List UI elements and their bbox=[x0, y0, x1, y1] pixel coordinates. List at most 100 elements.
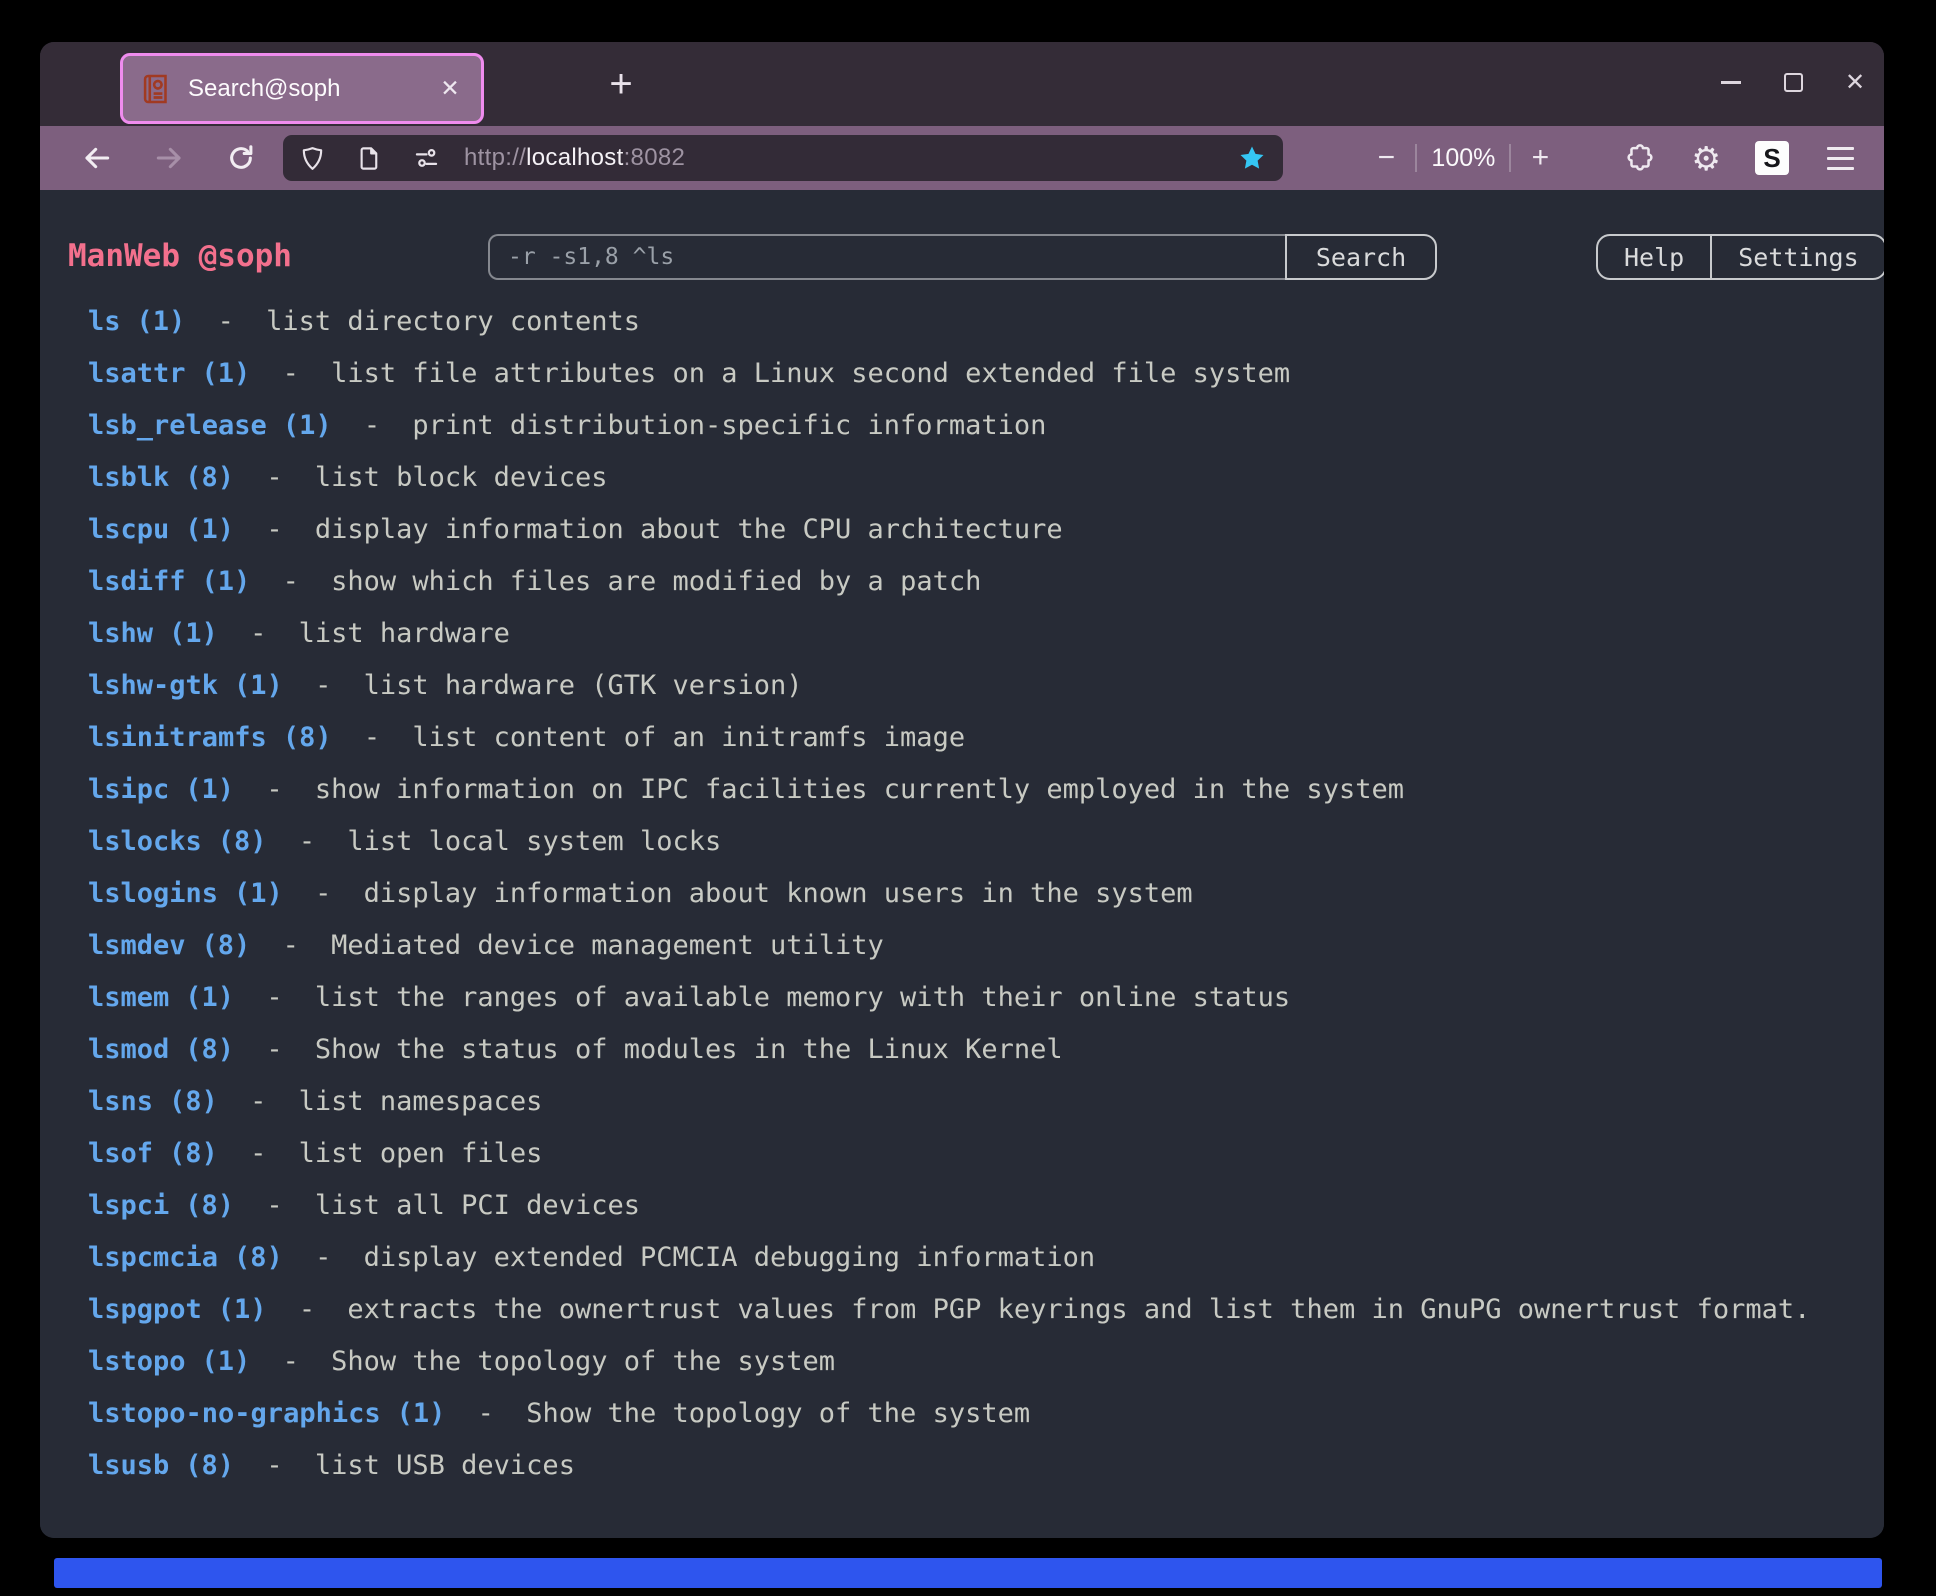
gear-icon[interactable]: ⚙ bbox=[1691, 142, 1721, 175]
result-description: display information about the CPU archit… bbox=[315, 514, 1063, 545]
close-button[interactable]: ✕ bbox=[1841, 68, 1869, 96]
result-row: lsmdev(8) - Mediated device management u… bbox=[88, 920, 1868, 972]
url-text[interactable]: http://localhost:8082 bbox=[464, 144, 685, 172]
result-row: lsattr(1) - list file attributes on a Li… bbox=[88, 348, 1868, 400]
separator-dash: - bbox=[283, 930, 299, 961]
result-description: list namespaces bbox=[299, 1086, 543, 1117]
new-tab-button[interactable]: + bbox=[596, 61, 646, 107]
result-row: lsof(8) - list open files bbox=[88, 1128, 1868, 1180]
zoom-in-button[interactable]: + bbox=[1523, 141, 1557, 175]
man-page-link[interactable]: lsb_release(1) bbox=[88, 410, 332, 441]
result-description: list directory contents bbox=[266, 306, 640, 337]
tab-close-icon[interactable]: ✕ bbox=[435, 74, 465, 104]
zoom-out-button[interactable]: − bbox=[1369, 141, 1403, 175]
separator-dash: - bbox=[283, 358, 299, 389]
zoom-level[interactable]: 100% bbox=[1431, 144, 1495, 173]
separator-dash: - bbox=[364, 722, 380, 753]
man-page-link[interactable]: lsdiff(1) bbox=[88, 566, 250, 597]
result-description: Show the topology of the system bbox=[331, 1346, 835, 1377]
bookmark-star-icon[interactable] bbox=[1237, 143, 1267, 173]
man-page-link[interactable]: lslogins(1) bbox=[88, 878, 283, 909]
result-row: lspgpot(1) - extracts the ownertrust val… bbox=[88, 1284, 1868, 1336]
menu-hamburger-icon[interactable] bbox=[1827, 147, 1854, 170]
help-button[interactable]: Help bbox=[1598, 236, 1710, 278]
result-row: lshw(1) - list hardware bbox=[88, 608, 1868, 660]
man-page-link[interactable]: lslocks(8) bbox=[88, 826, 267, 857]
man-page-link[interactable]: lsipc(1) bbox=[88, 774, 234, 805]
man-page-link[interactable]: lspci(8) bbox=[88, 1190, 234, 1221]
man-page-link[interactable]: lsmem(1) bbox=[88, 982, 234, 1013]
url-bar[interactable]: http://localhost:8082 bbox=[283, 135, 1283, 181]
result-row: lsb_release(1) - print distribution-spec… bbox=[88, 400, 1868, 452]
result-row: lsmod(8) - Show the status of modules in… bbox=[88, 1024, 1868, 1076]
separator-dash: - bbox=[250, 618, 266, 649]
result-description: show information on IPC facilities curre… bbox=[315, 774, 1404, 805]
extensions-puzzle-icon[interactable] bbox=[1623, 141, 1657, 175]
result-description: Mediated device management utility bbox=[331, 930, 884, 961]
separator-dash: - bbox=[299, 1294, 315, 1325]
man-page-link[interactable]: lstopo(1) bbox=[88, 1346, 250, 1377]
help-settings-group: Help Settings bbox=[1596, 234, 1884, 280]
result-description: list local system locks bbox=[347, 826, 721, 857]
separator-dash: - bbox=[250, 1138, 266, 1169]
man-page-link[interactable]: lscpu(1) bbox=[88, 514, 234, 545]
man-page-link[interactable]: lsmod(8) bbox=[88, 1034, 234, 1065]
man-page-link[interactable]: lsinitramfs(8) bbox=[88, 722, 332, 753]
manual-book-icon bbox=[139, 72, 173, 106]
maximize-button[interactable] bbox=[1779, 68, 1807, 96]
separator-dash: - bbox=[478, 1398, 494, 1429]
page-content: ManWeb @soph Search Help Settings ls(1) … bbox=[40, 190, 1884, 1538]
man-page-link[interactable]: lsusb(8) bbox=[88, 1450, 234, 1481]
man-page-link[interactable]: lsmdev(8) bbox=[88, 930, 250, 961]
man-page-link[interactable]: lsns(8) bbox=[88, 1086, 218, 1117]
search-input[interactable] bbox=[488, 234, 1285, 280]
result-description: list hardware (GTK version) bbox=[364, 670, 803, 701]
browser-tab[interactable]: Search@soph ✕ bbox=[120, 53, 484, 124]
separator-dash: - bbox=[299, 826, 315, 857]
back-icon[interactable] bbox=[80, 141, 114, 175]
man-page-link[interactable]: ls(1) bbox=[88, 306, 185, 337]
man-page-link[interactable]: lspgpot(1) bbox=[88, 1294, 267, 1325]
result-description: list block devices bbox=[315, 462, 608, 493]
man-page-link[interactable]: lshw(1) bbox=[88, 618, 218, 649]
url-host: localhost bbox=[526, 144, 623, 171]
separator-dash: - bbox=[283, 566, 299, 597]
man-page-link[interactable]: lsof(8) bbox=[88, 1138, 218, 1169]
result-row: lscpu(1) - display information about the… bbox=[88, 504, 1868, 556]
result-row: lsblk(8) - list block devices bbox=[88, 452, 1868, 504]
result-row: ls(1) - list directory contents bbox=[88, 296, 1868, 348]
result-description: display information about known users in… bbox=[364, 878, 1193, 909]
shield-icon[interactable] bbox=[299, 145, 326, 172]
minimize-button[interactable] bbox=[1717, 68, 1745, 96]
result-row: lsdiff(1) - show which files are modifie… bbox=[88, 556, 1868, 608]
settings-button[interactable]: Settings bbox=[1710, 236, 1884, 278]
separator-dash: - bbox=[283, 1346, 299, 1377]
man-page-link[interactable]: lsattr(1) bbox=[88, 358, 250, 389]
separator-dash: - bbox=[364, 410, 380, 441]
result-description: Show the topology of the system bbox=[526, 1398, 1030, 1429]
result-row: lsipc(1) - show information on IPC facil… bbox=[88, 764, 1868, 816]
forward-icon[interactable] bbox=[152, 141, 186, 175]
separator-dash: - bbox=[266, 1450, 282, 1481]
permissions-toggles-icon[interactable] bbox=[413, 145, 440, 172]
result-description: Show the status of modules in the Linux … bbox=[315, 1034, 1063, 1065]
separator-dash: - bbox=[266, 774, 282, 805]
separator-dash: - bbox=[266, 462, 282, 493]
result-description: extracts the ownertrust values from PGP … bbox=[347, 1294, 1810, 1325]
result-row: lsusb(8) - list USB devices bbox=[88, 1440, 1868, 1492]
result-row: lshw-gtk(1) - list hardware (GTK version… bbox=[88, 660, 1868, 712]
reload-icon[interactable] bbox=[224, 141, 258, 175]
man-page-link[interactable]: lsblk(8) bbox=[88, 462, 234, 493]
search-button[interactable]: Search bbox=[1285, 234, 1437, 280]
separator-dash: - bbox=[218, 306, 234, 337]
man-page-link[interactable]: lshw-gtk(1) bbox=[88, 670, 283, 701]
separator-dash: - bbox=[315, 670, 331, 701]
page-info-icon[interactable] bbox=[356, 145, 383, 172]
man-page-link[interactable]: lspcmcia(8) bbox=[88, 1242, 283, 1273]
man-page-link[interactable]: lstopo-no-graphics(1) bbox=[88, 1398, 445, 1429]
taskbar-accent-bar bbox=[54, 1558, 1882, 1588]
tab-title: Search@soph bbox=[188, 75, 435, 103]
extension-s-badge[interactable]: S bbox=[1755, 141, 1789, 175]
result-row: lstopo-no-graphics(1) - Show the topolog… bbox=[88, 1388, 1868, 1440]
result-description: list USB devices bbox=[315, 1450, 575, 1481]
